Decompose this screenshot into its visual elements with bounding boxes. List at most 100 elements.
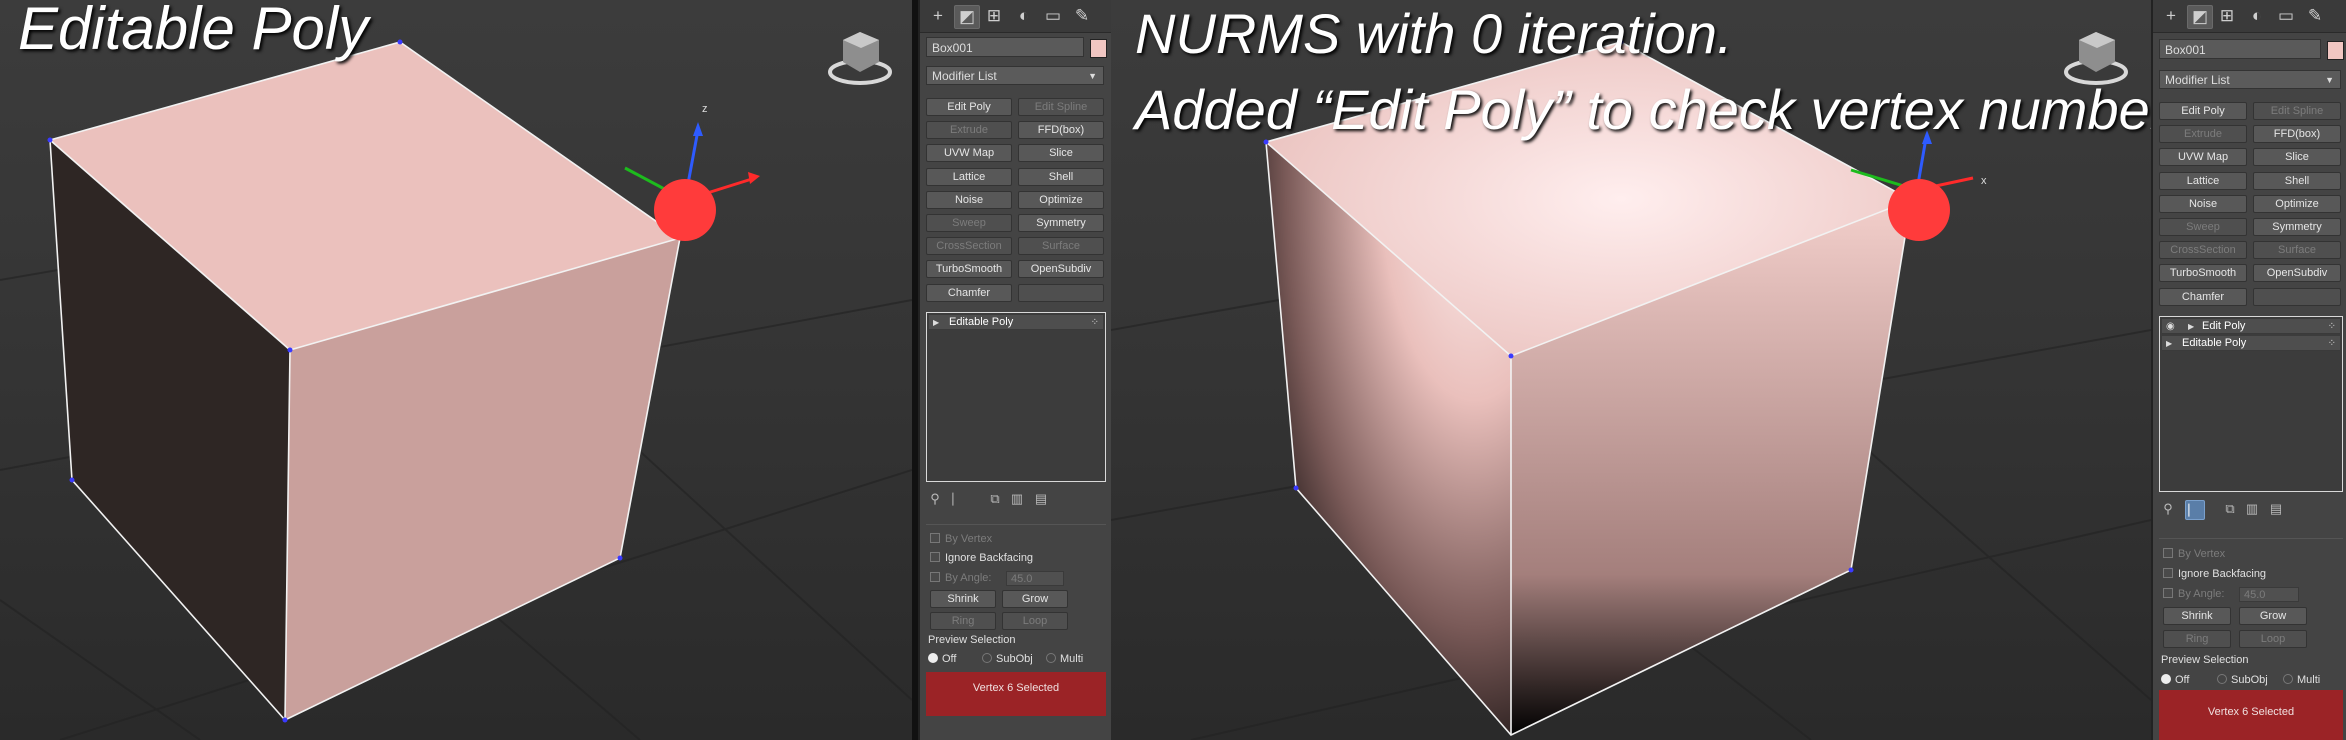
modifier-list-dropdown[interactable]: Modifier List ▼ — [926, 66, 1104, 85]
preview-subobj-radio[interactable]: SubObj — [2217, 674, 2268, 686]
modifier-button[interactable]: TurboSmooth — [2159, 264, 2247, 283]
modifier-button[interactable]: Edit Spline — [1018, 98, 1104, 116]
pin-stack-icon[interactable]: ⚲ — [2159, 500, 2177, 518]
ring-button[interactable]: Ring — [930, 612, 996, 630]
object-color-swatch[interactable] — [1090, 39, 1107, 58]
remove-modifier-icon[interactable]: ▥ — [2243, 500, 2261, 518]
grow-button[interactable]: Grow — [2239, 607, 2307, 625]
modifier-button[interactable]: FFD(box) — [1018, 121, 1104, 140]
show-end-result-icon[interactable]: ⎸ — [950, 490, 968, 508]
modifier-button[interactable]: Optimize — [2253, 194, 2341, 213]
stack-options-icon[interactable]: ⁘ — [1091, 315, 1099, 330]
preview-off-radio[interactable]: Off — [2161, 674, 2189, 686]
stack-item[interactable]: ▶ Editable Poly ⁘ — [2162, 336, 2340, 351]
loop-button[interactable]: Loop — [1002, 612, 1068, 630]
utilities-tab-icon[interactable]: ✎ — [1070, 5, 1094, 27]
modifier-button[interactable]: Symmetry — [2253, 218, 2341, 236]
by-angle-spinner[interactable]: 45.0 — [2239, 587, 2299, 602]
by-angle-checkbox[interactable]: By Angle: — [2163, 588, 2224, 600]
modifier-button[interactable]: Extrude — [2159, 125, 2247, 144]
preview-multi-radio[interactable]: Multi — [2283, 674, 2320, 686]
display-tab-icon[interactable]: ▭ — [1041, 5, 1065, 27]
modifier-button[interactable]: Slice — [2253, 148, 2341, 167]
modifier-button[interactable]: CrossSection — [2159, 241, 2247, 260]
modifier-button[interactable]: Optimize — [1018, 190, 1104, 209]
modifier-button[interactable]: UVW Map — [2159, 148, 2247, 167]
by-vertex-checkbox[interactable]: By Vertex — [2163, 548, 2225, 560]
ignore-backfacing-checkbox[interactable]: Ignore Backfacing — [2163, 568, 2266, 580]
create-tab-icon[interactable]: + — [926, 5, 950, 27]
modifier-button[interactable]: Surface — [1018, 237, 1104, 256]
configure-sets-icon[interactable]: ▤ — [1032, 490, 1050, 508]
modifier-button[interactable]: Slice — [1018, 144, 1104, 163]
modifier-button[interactable]: Edit Poly — [926, 98, 1012, 116]
modify-tab-icon[interactable]: ◩ — [954, 5, 980, 29]
modifier-button[interactable]: TurboSmooth — [926, 260, 1012, 279]
preview-off-radio[interactable]: Off — [928, 653, 956, 665]
modifier-button[interactable] — [1018, 283, 1104, 302]
modifier-button[interactable]: UVW Map — [926, 144, 1012, 163]
make-unique-icon[interactable]: ⧉ — [2221, 500, 2239, 518]
modifier-button[interactable]: Noise — [2159, 194, 2247, 213]
configure-sets-icon[interactable]: ▤ — [2267, 500, 2285, 518]
hierarchy-tab-icon[interactable]: ⊞ — [982, 5, 1006, 27]
visibility-eye-icon[interactable]: ◉ — [2166, 319, 2175, 334]
modifier-list-dropdown[interactable]: Modifier List ▼ — [2159, 70, 2341, 89]
hierarchy-tab-icon[interactable]: ⊞ — [2215, 5, 2239, 27]
modifier-button[interactable]: Sweep — [2159, 218, 2247, 236]
selected-vertex-marker[interactable] — [1888, 179, 1950, 241]
stack-options-icon[interactable]: ⁘ — [2328, 336, 2336, 351]
by-vertex-checkbox[interactable]: By Vertex — [930, 533, 992, 545]
modifier-button[interactable]: Extrude — [926, 121, 1012, 140]
modifier-button[interactable]: FFD(box) — [2253, 125, 2341, 144]
stack-item[interactable]: ▶ Editable Poly ⁘ — [929, 315, 1103, 330]
modifier-button[interactable]: OpenSubdiv — [2253, 264, 2341, 283]
modifier-button[interactable]: Noise — [926, 190, 1012, 209]
modifier-button[interactable] — [2253, 287, 2341, 306]
expand-triangle-icon[interactable]: ▶ — [933, 315, 939, 330]
modifier-button[interactable]: Chamfer — [926, 283, 1012, 302]
object-color-swatch[interactable] — [2327, 41, 2344, 60]
expand-triangle-icon[interactable]: ▶ — [2166, 336, 2172, 351]
grow-button[interactable]: Grow — [1002, 590, 1068, 608]
modifier-button[interactable]: Sweep — [926, 214, 1012, 232]
display-tab-icon[interactable]: ▭ — [2274, 5, 2298, 27]
create-tab-icon[interactable]: + — [2159, 5, 2183, 27]
ignore-backfacing-checkbox[interactable]: Ignore Backfacing — [930, 552, 1033, 564]
by-angle-checkbox[interactable]: By Angle: — [930, 572, 991, 584]
modifier-button[interactable]: Lattice — [2159, 171, 2247, 190]
modifier-button[interactable]: CrossSection — [926, 237, 1012, 256]
modifier-button[interactable]: Symmetry — [1018, 214, 1104, 232]
motion-tab-icon[interactable]: ◐ — [2245, 5, 2269, 27]
viewport-right[interactable]: x NURMS with 0 iteration. Added “Edit Po… — [1111, 0, 2151, 740]
modifier-button[interactable]: Chamfer — [2159, 287, 2247, 306]
selected-vertex-marker[interactable] — [654, 179, 716, 241]
modifier-stack[interactable]: ▶ Editable Poly ⁘ — [926, 312, 1106, 482]
shrink-button[interactable]: Shrink — [2163, 607, 2231, 625]
modify-tab-icon[interactable]: ◩ — [2187, 5, 2213, 29]
modifier-button[interactable]: Lattice — [926, 167, 1012, 186]
by-angle-spinner[interactable]: 45.0 — [1006, 571, 1064, 586]
modifier-button[interactable]: Shell — [1018, 167, 1104, 186]
object-name-field[interactable]: Box001 — [926, 37, 1084, 57]
shrink-button[interactable]: Shrink — [930, 590, 996, 608]
modifier-button[interactable]: Edit Spline — [2253, 102, 2341, 120]
preview-multi-radio[interactable]: Multi — [1046, 653, 1083, 665]
stack-item[interactable]: ◉ ▶ Edit Poly ⁘ — [2162, 319, 2340, 334]
pin-stack-icon[interactable]: ⚲ — [926, 490, 944, 508]
viewcube-left[interactable] — [828, 32, 892, 85]
stack-options-icon[interactable]: ⁘ — [2328, 319, 2336, 334]
make-unique-icon[interactable]: ⧉ — [986, 490, 1004, 508]
modifier-button[interactable]: Surface — [2253, 241, 2341, 260]
modifier-stack[interactable]: ◉ ▶ Edit Poly ⁘ ▶ Editable Poly ⁘ — [2159, 316, 2343, 492]
modifier-button[interactable]: OpenSubdiv — [1018, 260, 1104, 279]
preview-subobj-radio[interactable]: SubObj — [982, 653, 1033, 665]
loop-button[interactable]: Loop — [2239, 630, 2307, 648]
show-end-result-icon[interactable]: ⎸ — [2185, 500, 2205, 520]
object-name-field[interactable]: Box001 — [2159, 39, 2321, 59]
modifier-button[interactable]: Edit Poly — [2159, 102, 2247, 120]
utilities-tab-icon[interactable]: ✎ — [2303, 5, 2327, 27]
ring-button[interactable]: Ring — [2163, 630, 2231, 648]
modifier-button[interactable]: Shell — [2253, 171, 2341, 190]
viewport-left[interactable]: z Editable Poly — [0, 0, 912, 740]
